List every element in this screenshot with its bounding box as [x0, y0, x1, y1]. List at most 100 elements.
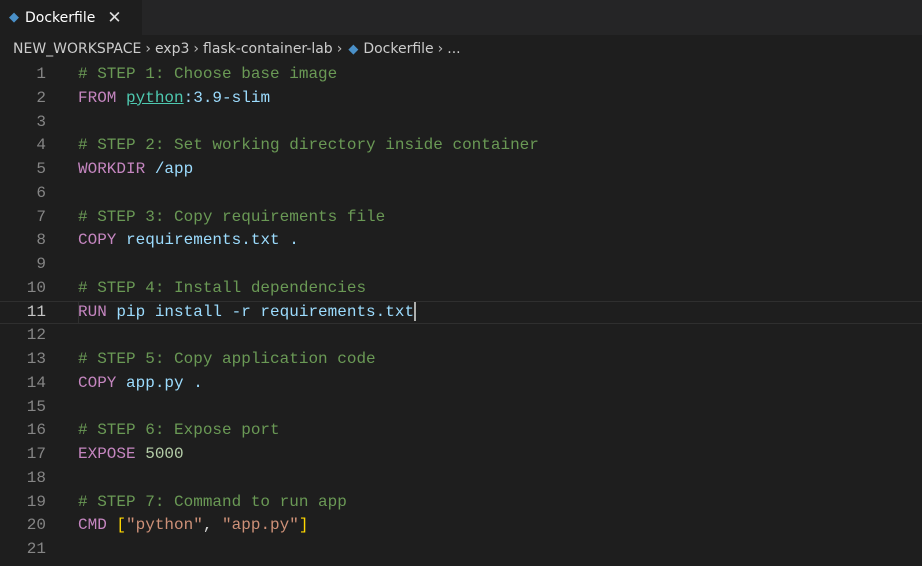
code-line[interactable]: 10 # STEP 4: Install dependencies [0, 277, 922, 301]
token-keyword: COPY [78, 231, 127, 250]
code-line[interactable]: 14 COPY app.py . [0, 372, 922, 396]
text-cursor [414, 301, 417, 322]
line-content: # STEP 3: Copy requirements file [78, 206, 385, 230]
line-content: COPY app.py . [78, 372, 203, 396]
code-line[interactable]: 16 # STEP 6: Expose port [0, 419, 922, 443]
token-text: /app [154, 160, 194, 178]
line-number: 6 [36, 183, 46, 202]
line-content: COPY requirements.txt . [78, 229, 299, 253]
token-comment: # STEP 6: Expose port [78, 421, 280, 440]
token-keyword: WORKDIR [78, 160, 155, 178]
breadcrumb-item[interactable]: Dockerfile [363, 41, 433, 57]
breadcrumb-item[interactable]: flask-container-lab [203, 41, 333, 57]
code-line[interactable]: 6 [0, 182, 922, 206]
code-line[interactable]: 19 # STEP 7: Command to run app [0, 491, 922, 515]
tab-dockerfile[interactable]: ◆ Dockerfile ✕ [0, 0, 142, 35]
tab-title: Dockerfile [25, 9, 96, 26]
token-keyword: COPY [78, 373, 127, 392]
token-bracket: [ [116, 516, 127, 535]
line-number: 15 [26, 397, 46, 416]
docker-whale-icon: ◆ [348, 41, 359, 57]
token-number: 5000 [145, 445, 184, 463]
code-line[interactable]: 13 # STEP 5: Copy application code [0, 348, 922, 372]
code-line[interactable]: 17 EXPOSE 5000 [0, 443, 922, 467]
token-string: "app.py" [222, 516, 299, 535]
token-link: python [126, 88, 184, 107]
line-number: 20 [26, 516, 46, 535]
token-keyword: EXPOSE [78, 445, 146, 463]
line-content: CMD ["python", "app.py"] [78, 514, 308, 538]
code-line[interactable]: 4 # STEP 2: Set working directory inside … [0, 134, 922, 158]
line-number: 17 [26, 445, 46, 463]
line-number: 18 [26, 468, 46, 487]
code-line[interactable]: 12 [0, 324, 922, 348]
token-keyword: RUN [78, 302, 117, 321]
line-content: # STEP 6: Expose port [78, 419, 280, 443]
line-content: EXPOSE 5000 [78, 443, 184, 467]
token-comment: # STEP 2: Set working directory inside c… [78, 136, 539, 155]
close-icon[interactable]: ✕ [107, 8, 121, 28]
code-line[interactable]: 7 # STEP 3: Copy requirements file [0, 206, 922, 230]
line-number: 13 [26, 350, 46, 368]
line-content: # STEP 1: Choose base image [78, 63, 337, 87]
tab-bar: ◆ Dockerfile ✕ [0, 0, 922, 35]
line-number: 4 [36, 136, 46, 155]
line-number: 1 [36, 65, 46, 83]
code-line[interactable]: 1 # STEP 1: Choose base image [0, 63, 922, 87]
token-text: app.py . [126, 373, 203, 392]
line-number: 11 [26, 302, 46, 321]
chevron-right-icon: › [145, 41, 151, 57]
chevron-right-icon: › [336, 41, 343, 57]
token-comment: # STEP 4: Install dependencies [78, 278, 367, 297]
line-number: 16 [26, 421, 46, 440]
token-comment: # STEP 7: Command to run app [78, 492, 347, 511]
code-line[interactable]: 3 [0, 111, 922, 135]
code-line[interactable]: 5 WORKDIR /app [0, 158, 922, 182]
line-content: RUN pip install -r requirements.txt [78, 301, 417, 325]
line-content: # STEP 2: Set working directory inside c… [78, 134, 539, 158]
breadcrumb: NEW_WORKSPACE › exp3 › flask-container-lab… [0, 35, 922, 63]
token-keyword: FROM [78, 88, 127, 107]
line-number: 12 [26, 326, 46, 345]
line-number: 14 [26, 373, 46, 392]
chevron-right-icon: › [193, 41, 199, 57]
breadcrumb-item[interactable]: exp3 [155, 41, 189, 57]
line-content: # STEP 5: Copy application code [78, 348, 376, 372]
chevron-right-icon: › [437, 41, 444, 57]
breadcrumb-item[interactable]: NEW_WORKSPACE [13, 41, 141, 57]
token-text: requirements.txt . [126, 231, 299, 250]
token-comment: # STEP 1: Choose base image [78, 65, 338, 83]
line-number: 7 [36, 207, 46, 226]
line-content: # STEP 4: Install dependencies [78, 277, 366, 301]
code-editor[interactable]: 1 # STEP 1: Choose base image 2 FROM python… [0, 63, 922, 562]
token-text: :3.9-slim [183, 88, 271, 107]
token-string: "python" [126, 516, 203, 535]
line-content: WORKDIR /app [78, 158, 193, 182]
line-number: 5 [36, 160, 46, 178]
token-comment: # STEP 3: Copy requirements file [78, 207, 386, 226]
code-line[interactable]: 15 [0, 396, 922, 420]
code-line[interactable]: 11 RUN pip install -r requirements.txt [0, 300, 922, 325]
breadcrumb-item[interactable]: ... [447, 41, 460, 57]
line-number: 21 [26, 540, 46, 558]
line-number: 3 [36, 112, 46, 131]
token-keyword: CMD [78, 516, 117, 535]
line-number: 10 [26, 278, 46, 297]
code-line[interactable]: 8 COPY requirements.txt . [0, 229, 922, 253]
code-line[interactable]: 9 [0, 253, 922, 277]
token-bracket: ] [298, 516, 309, 535]
token-text: pip install -r requirements.txt [116, 302, 415, 321]
line-content: # STEP 7: Command to run app [78, 491, 347, 515]
code-line[interactable]: 21 [0, 538, 922, 562]
token-comment: # STEP 5: Copy application code [78, 350, 376, 368]
token-plain: , [202, 516, 223, 535]
line-number: 19 [26, 492, 46, 511]
code-line[interactable]: 20 CMD ["python", "app.py"] [0, 514, 922, 538]
docker-whale-icon: ◆ [9, 10, 19, 25]
line-number: 9 [36, 255, 46, 273]
code-line[interactable]: 18 [0, 467, 922, 491]
code-line[interactable]: 2 FROM python:3.9-slim [0, 87, 922, 111]
line-content: FROM python:3.9-slim [78, 87, 270, 111]
line-number: 2 [36, 88, 46, 107]
line-number: 8 [36, 231, 46, 250]
